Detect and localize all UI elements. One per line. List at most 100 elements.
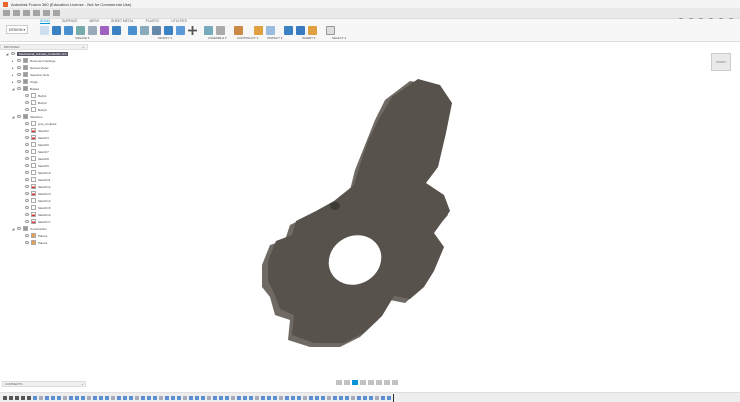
pan-icon[interactable] xyxy=(352,380,358,385)
save-icon[interactable] xyxy=(23,10,30,16)
timeline-feature[interactable] xyxy=(207,395,211,400)
timeline-feature[interactable] xyxy=(183,395,187,400)
timeline-feature[interactable] xyxy=(339,395,343,400)
timeline-marker[interactable] xyxy=(393,393,394,402)
timeline-feature[interactable] xyxy=(231,395,235,400)
browser-sketch-item[interactable]: Sketch7 xyxy=(0,148,88,155)
look-at-icon[interactable] xyxy=(344,380,350,385)
viewports-icon[interactable] xyxy=(392,380,398,385)
timeline-feature[interactable] xyxy=(357,395,361,400)
shell-icon[interactable] xyxy=(152,26,161,35)
comments-panel[interactable]: COMMENTS + xyxy=(2,381,86,387)
visibility-icon[interactable] xyxy=(17,73,21,76)
browser-plane-item[interactable]: Plane2 xyxy=(0,239,88,246)
timeline-feature[interactable] xyxy=(309,395,313,400)
press-pull-icon[interactable] xyxy=(112,26,121,35)
browser-folder[interactable]: ▸ Named Views xyxy=(0,64,88,71)
timeline-feature[interactable] xyxy=(285,395,289,400)
timeline-feature[interactable] xyxy=(297,395,301,400)
visibility-icon[interactable] xyxy=(17,115,21,118)
redo-icon[interactable] xyxy=(43,10,50,16)
tab-sheet-metal[interactable]: SHEET METAL xyxy=(111,19,134,24)
visibility-icon[interactable] xyxy=(25,122,29,125)
browser-sketch-item[interactable]: Sketch10 xyxy=(0,169,88,176)
browser-sketch-item[interactable]: Sketch14 xyxy=(0,197,88,204)
timeline-feature[interactable] xyxy=(111,395,115,400)
display-settings-icon[interactable] xyxy=(376,380,382,385)
measure-icon[interactable] xyxy=(254,26,263,35)
browser-folder[interactable]: ▸ Document Settings xyxy=(0,57,88,64)
timeline-feature[interactable] xyxy=(375,395,379,400)
timeline-feature[interactable] xyxy=(81,395,85,400)
timeline-feature[interactable] xyxy=(327,395,331,400)
offset-plane-icon[interactable] xyxy=(234,26,243,35)
visibility-icon[interactable] xyxy=(25,241,29,244)
visibility-icon[interactable] xyxy=(25,129,29,132)
extrude-icon[interactable] xyxy=(52,26,61,35)
visibility-icon[interactable] xyxy=(25,171,29,174)
timeline-feature[interactable] xyxy=(141,395,145,400)
close-doc-icon[interactable] xyxy=(53,10,60,16)
play-icon[interactable] xyxy=(15,395,19,400)
timeline-feature[interactable] xyxy=(57,395,61,400)
timeline-feature[interactable] xyxy=(195,395,199,400)
insert-mcmaster-icon[interactable] xyxy=(308,26,317,35)
viewcube[interactable]: FRONT xyxy=(711,53,731,71)
timeline-feature[interactable] xyxy=(117,395,121,400)
visibility-icon[interactable] xyxy=(25,136,29,139)
browser-sketch-item[interactable]: joint_sculpted xyxy=(0,120,88,127)
chamfer-icon[interactable] xyxy=(140,26,149,35)
visibility-icon[interactable] xyxy=(17,80,21,83)
visibility-icon[interactable] xyxy=(25,143,29,146)
tab-utilities[interactable]: UTILITIES xyxy=(171,19,186,24)
hole-icon[interactable] xyxy=(76,26,85,35)
browser-folder-construction[interactable]: ◢ Construction xyxy=(0,225,88,232)
timeline-feature[interactable] xyxy=(99,395,103,400)
timeline-feature[interactable] xyxy=(213,395,217,400)
timeline-feature[interactable] xyxy=(105,395,109,400)
browser-body-item[interactable]: Body3 xyxy=(0,106,88,113)
timeline-feature[interactable] xyxy=(63,395,67,400)
browser-body-item[interactable]: Body2 xyxy=(0,99,88,106)
insert-canvas-icon[interactable] xyxy=(296,26,305,35)
visibility-icon[interactable] xyxy=(25,192,29,195)
browser-sketch-item[interactable]: Sketch13 xyxy=(0,190,88,197)
browser-folder-bodies[interactable]: ◢ Bodies xyxy=(0,85,88,92)
timeline-feature[interactable] xyxy=(219,395,223,400)
timeline-feature[interactable] xyxy=(381,395,385,400)
fit-icon[interactable] xyxy=(368,380,374,385)
orbit-icon[interactable] xyxy=(336,380,342,385)
visibility-icon[interactable] xyxy=(25,234,29,237)
visibility-icon[interactable] xyxy=(25,220,29,223)
joint-icon[interactable] xyxy=(216,26,225,35)
timeline-feature[interactable] xyxy=(303,395,307,400)
modify-menu[interactable]: MODIFY ▾ xyxy=(158,36,172,40)
visibility-icon[interactable] xyxy=(11,52,15,55)
timeline-feature[interactable] xyxy=(69,395,73,400)
browser-sketch-item[interactable]: Sketch17 xyxy=(0,218,88,225)
timeline-feature[interactable] xyxy=(171,395,175,400)
revolve-icon[interactable] xyxy=(64,26,73,35)
visibility-icon[interactable] xyxy=(25,213,29,216)
timeline-feature[interactable] xyxy=(267,395,271,400)
timeline-feature[interactable] xyxy=(165,395,169,400)
timeline-feature[interactable] xyxy=(243,395,247,400)
timeline-feature[interactable] xyxy=(315,395,319,400)
construct-menu[interactable]: CONSTRUCT ▾ xyxy=(237,36,258,40)
create-menu[interactable]: CREATE ▾ xyxy=(75,36,89,40)
timeline-feature[interactable] xyxy=(261,395,265,400)
tab-mesh[interactable]: MESH xyxy=(89,19,99,24)
timeline-feature[interactable] xyxy=(279,395,283,400)
split-icon[interactable] xyxy=(176,26,185,35)
timeline-feature[interactable] xyxy=(291,395,295,400)
pattern-icon[interactable] xyxy=(88,26,97,35)
data-panel-icon[interactable] xyxy=(3,10,10,16)
browser-sketch-item[interactable]: Sketch11 xyxy=(0,176,88,183)
visibility-icon[interactable] xyxy=(17,66,21,69)
timeline-feature[interactable] xyxy=(87,395,91,400)
timeline-feature[interactable] xyxy=(345,395,349,400)
timeline-feature[interactable] xyxy=(333,395,337,400)
tab-solid[interactable]: SOLID xyxy=(40,19,50,24)
visibility-icon[interactable] xyxy=(25,199,29,202)
visibility-icon[interactable] xyxy=(25,101,29,104)
